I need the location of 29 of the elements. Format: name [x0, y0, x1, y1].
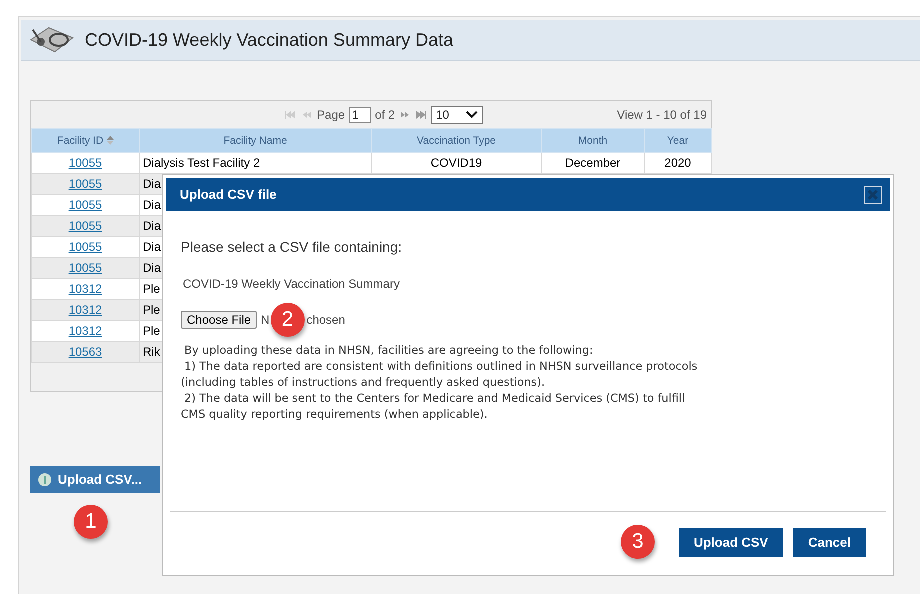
choose-file-button[interactable]: Choose File: [181, 311, 258, 329]
column-header[interactable]: Facility ID: [32, 128, 140, 152]
page-input[interactable]: 1: [349, 106, 372, 122]
table-cell: December: [542, 152, 644, 174]
first-page-icon[interactable]: [285, 110, 298, 118]
next-page-icon[interactable]: [399, 110, 412, 118]
table-cell: COVID19: [372, 152, 542, 174]
last-page-icon[interactable]: [415, 110, 428, 118]
column-header[interactable]: Vaccination Type: [372, 128, 542, 152]
column-header[interactable]: Month: [542, 128, 644, 152]
upload-csv-button[interactable]: Upload CSV...: [30, 466, 160, 493]
caret-icon: [466, 110, 478, 118]
callout-badge: 3: [621, 525, 655, 559]
dialog-button[interactable]: Upload CSV: [678, 528, 784, 556]
column-header[interactable]: Year: [644, 128, 712, 152]
table-cell: Dialysis Test Facility 2: [140, 152, 372, 174]
page-count: of 2: [375, 108, 396, 122]
callout-badge: 1: [74, 505, 108, 539]
rows-per-page-select[interactable]: 10: [431, 106, 484, 124]
column-header[interactable]: Facility Name: [140, 128, 372, 152]
page-label: Page: [317, 108, 346, 122]
close-icon[interactable]: [864, 186, 882, 204]
previous-page-icon[interactable]: [301, 110, 314, 118]
sort-icon: [106, 136, 114, 145]
view-range: View 1 - 10 of 19: [617, 108, 707, 122]
dialog-button[interactable]: Cancel: [793, 528, 866, 556]
callout-badge: 2: [270, 303, 305, 337]
page-title: COVID-19 Weekly Vaccination Summary Data: [85, 30, 454, 50]
table-cell: 2020: [644, 152, 712, 174]
